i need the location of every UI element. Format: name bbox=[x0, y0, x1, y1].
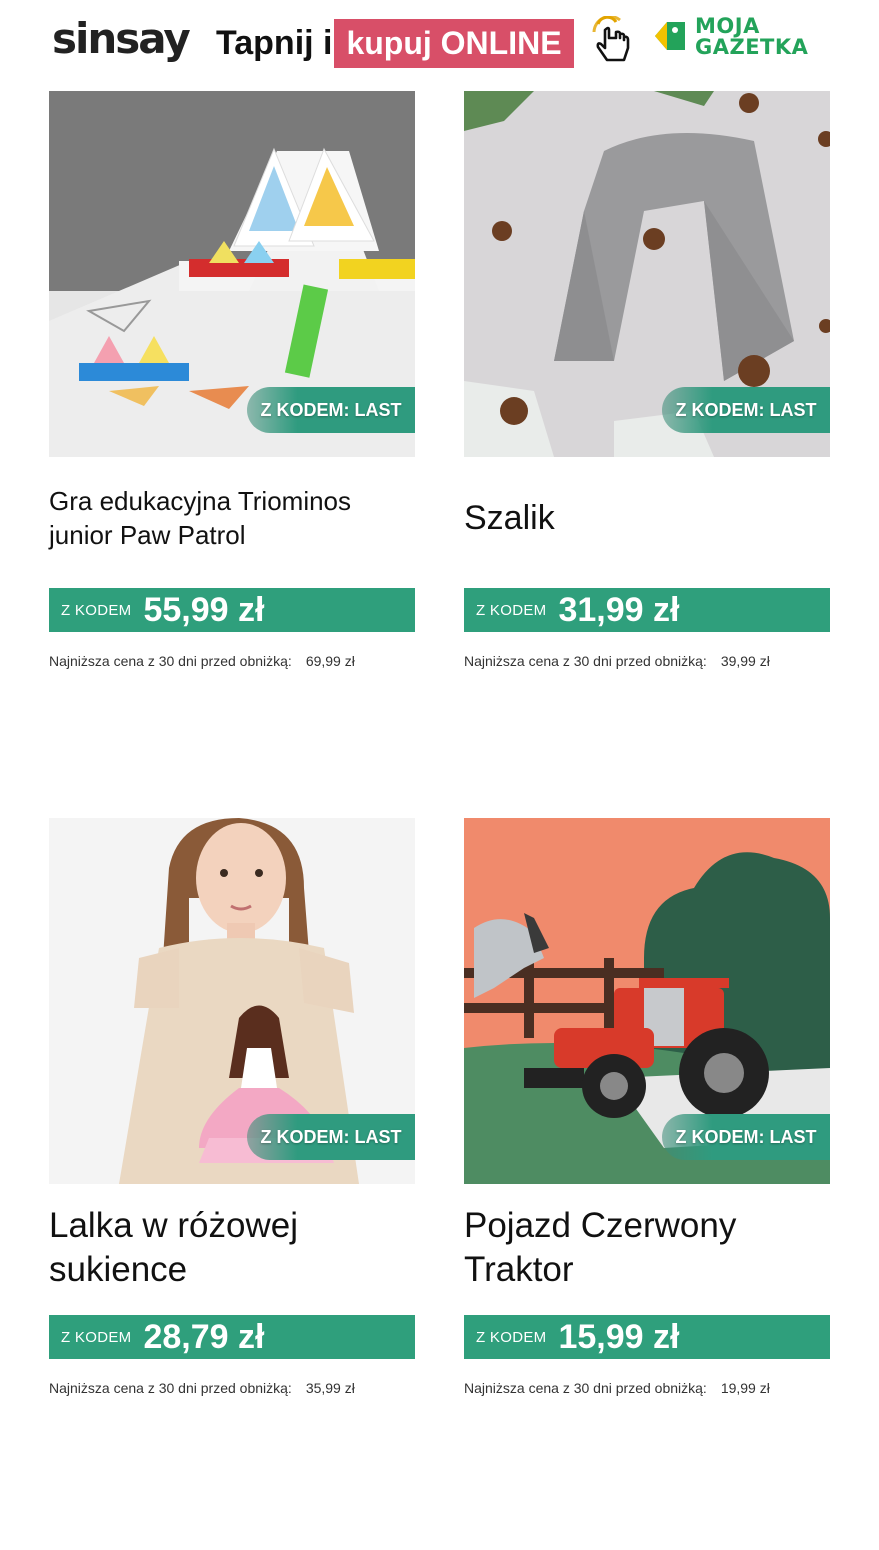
code-badge: Z KODEM: LAST bbox=[662, 387, 830, 433]
brand-line-1: MOJA bbox=[695, 14, 760, 38]
price-bar: Z KODEM 31,99 zł bbox=[464, 588, 830, 632]
lowest-price-note: Najniższa cena z 30 dni przed obniżką: 35… bbox=[49, 1380, 415, 1396]
lowest-price-value: 39,99 zł bbox=[720, 653, 770, 669]
buy-online-button[interactable]: kupuj ONLINE bbox=[334, 19, 574, 68]
price-value: 28,79 zł bbox=[143, 1317, 265, 1356]
lowest-price-label: Najniższa cena z 30 dni przed obniżką: bbox=[49, 1380, 292, 1396]
price-value: 31,99 zł bbox=[558, 590, 680, 629]
lowest-price-label: Najniższa cena z 30 dni przed obniżką: bbox=[464, 653, 707, 669]
price-value: 15,99 zł bbox=[558, 1317, 680, 1356]
code-badge: Z KODEM: LAST bbox=[247, 1114, 415, 1160]
product-title[interactable]: Pojazd Czerwony Traktor bbox=[464, 1202, 830, 1294]
hand-pointer-icon[interactable] bbox=[590, 16, 634, 66]
code-badge: Z KODEM: LAST bbox=[662, 1114, 830, 1160]
product-image-scarf[interactable]: Z KODEM: LAST bbox=[464, 91, 830, 457]
sinsay-logo[interactable]: sinsay bbox=[52, 14, 191, 63]
product-image-tractor[interactable]: Z KODEM: LAST bbox=[464, 818, 830, 1184]
price-bar: Z KODEM 28,79 zł bbox=[49, 1315, 415, 1359]
moja-gazetka-logo[interactable]: MOJA GAZETKA bbox=[653, 16, 833, 62]
price-prefix: Z KODEM bbox=[61, 1328, 132, 1346]
lowest-price-note: Najniższa cena z 30 dni przed obniżką: 69… bbox=[49, 653, 415, 669]
product-image-triominos[interactable]: Z KODEM: LAST bbox=[49, 91, 415, 457]
lowest-price-value: 69,99 zł bbox=[305, 653, 355, 669]
price-bar: Z KODEM 15,99 zł bbox=[464, 1315, 830, 1359]
price-prefix: Z KODEM bbox=[476, 601, 547, 619]
product-title[interactable]: Szalik bbox=[464, 483, 830, 553]
price-bar: Z KODEM 55,99 zł bbox=[49, 588, 415, 632]
product-title[interactable]: Gra edukacyjna Triominos junior Paw Patr… bbox=[49, 483, 415, 553]
lowest-price-value: 19,99 zł bbox=[720, 1380, 770, 1396]
product-image-doll[interactable]: Z KODEM: LAST bbox=[49, 818, 415, 1184]
price-prefix: Z KODEM bbox=[476, 1328, 547, 1346]
brand-line-2: GAZETKA bbox=[695, 35, 809, 59]
price-prefix: Z KODEM bbox=[61, 601, 132, 619]
price-tag-icon bbox=[655, 22, 685, 50]
price-value: 55,99 zł bbox=[143, 590, 265, 629]
lowest-price-label: Najniższa cena z 30 dni przed obniżką: bbox=[464, 1380, 707, 1396]
code-badge: Z KODEM: LAST bbox=[247, 387, 415, 433]
header: sinsay Tapnij i kupuj ONLINE MOJA GAZETK… bbox=[0, 0, 879, 90]
lowest-price-label: Najniższa cena z 30 dni przed obniżką: bbox=[49, 653, 292, 669]
product-title[interactable]: Lalka w różowej sukience bbox=[49, 1202, 415, 1294]
lowest-price-note: Najniższa cena z 30 dni przed obniżką: 19… bbox=[464, 1380, 830, 1396]
lowest-price-note: Najniższa cena z 30 dni przed obniżką: 39… bbox=[464, 653, 830, 669]
lowest-price-value: 35,99 zł bbox=[305, 1380, 355, 1396]
tap-text: Tapnij i bbox=[216, 24, 333, 62]
